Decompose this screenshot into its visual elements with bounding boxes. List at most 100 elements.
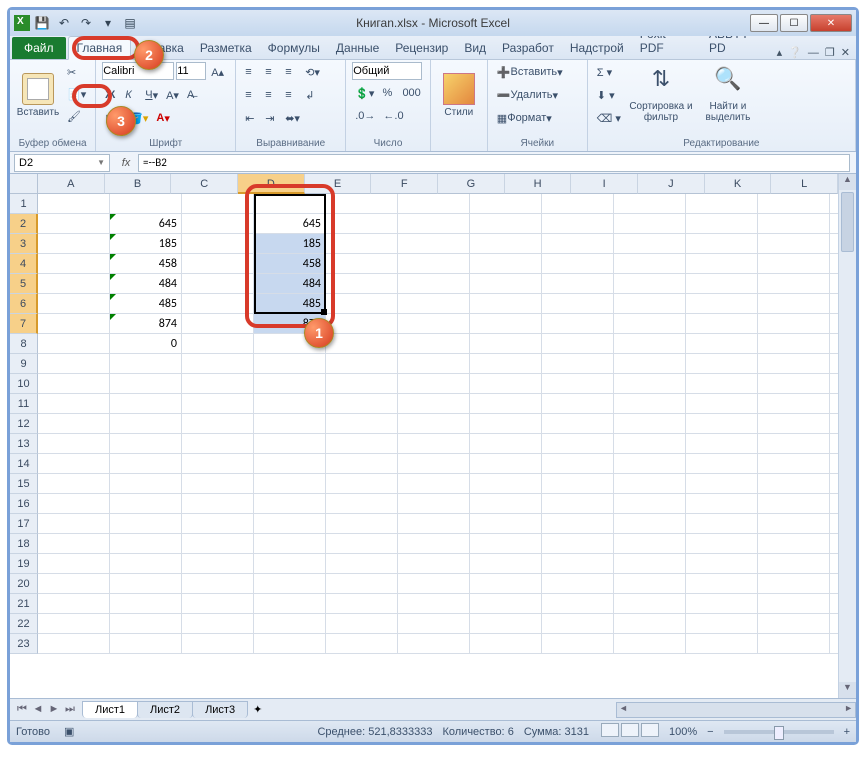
cell-E9[interactable] [326,354,398,374]
cell-A8[interactable] [38,334,110,354]
cell-K16[interactable] [758,494,830,514]
col-header-H[interactable]: H [505,174,572,194]
cell-C11[interactable] [182,394,254,414]
cell-E22[interactable] [326,614,398,634]
scroll-up-icon[interactable]: ▲ [839,174,856,190]
cell-I6[interactable] [614,294,686,314]
row-header-11[interactable]: 11 [10,394,38,414]
find-select-button[interactable]: 🔍 Найти и выделить [698,62,758,128]
wrap-text-button[interactable]: ↲ [302,85,320,105]
col-header-G[interactable]: G [438,174,505,194]
cell-K20[interactable] [758,574,830,594]
cell-B5[interactable]: 484 [110,274,182,294]
align-center-button[interactable]: ≡ [262,85,280,105]
cell-F19[interactable] [398,554,470,574]
row-header-6[interactable]: 6 [10,294,38,314]
cell-F6[interactable] [398,294,470,314]
cell-G12[interactable] [470,414,542,434]
cell-F12[interactable] [398,414,470,434]
cell-J7[interactable] [686,314,758,334]
cell-A1[interactable] [38,194,110,214]
cell-D12[interactable] [254,414,326,434]
cell-H14[interactable] [542,454,614,474]
cell-K18[interactable] [758,534,830,554]
cell-J10[interactable] [686,374,758,394]
cell-K5[interactable] [758,274,830,294]
cell-C9[interactable] [182,354,254,374]
cell-F13[interactable] [398,434,470,454]
cell-I14[interactable] [614,454,686,474]
percent-button[interactable]: % [379,83,397,103]
minimize-button[interactable]: — [750,14,778,32]
cell-B10[interactable] [110,374,182,394]
align-left-button[interactable]: ≡ [242,85,260,105]
cell-J13[interactable] [686,434,758,454]
tab-formulas[interactable]: Формулы [260,37,328,59]
cell-I9[interactable] [614,354,686,374]
cell-J19[interactable] [686,554,758,574]
cell-H6[interactable] [542,294,614,314]
col-header-C[interactable]: C [171,174,238,194]
cell-H7[interactable] [542,314,614,334]
cell-B22[interactable] [110,614,182,634]
cell-F15[interactable] [398,474,470,494]
italic-button[interactable]: К [122,85,140,105]
cell-J20[interactable] [686,574,758,594]
row-header-16[interactable]: 16 [10,494,38,514]
cell-I3[interactable] [614,234,686,254]
merge-button[interactable]: ⬌▾ [282,108,303,128]
col-header-J[interactable]: J [638,174,705,194]
cell-C18[interactable] [182,534,254,554]
cell-J22[interactable] [686,614,758,634]
cell-D13[interactable] [254,434,326,454]
tab-addins[interactable]: Надстрой [562,37,632,59]
cell-G3[interactable] [470,234,542,254]
mdi-restore-icon[interactable]: ❐ [825,46,835,59]
cell-A6[interactable] [38,294,110,314]
qat-custom-icon[interactable]: ▤ [120,13,140,33]
cell-J1[interactable] [686,194,758,214]
cell-G16[interactable] [470,494,542,514]
cell-E3[interactable] [326,234,398,254]
cell-E2[interactable] [326,214,398,234]
cell-E11[interactable] [326,394,398,414]
cell-I8[interactable] [614,334,686,354]
sheet-nav-prev-icon[interactable]: ◄ [30,703,46,716]
new-sheet-icon[interactable]: ✦ [247,703,268,716]
vertical-scrollbar[interactable]: ▲ ▼ [838,174,856,698]
cell-K17[interactable] [758,514,830,534]
cell-D2[interactable]: 645 [254,214,326,234]
cell-F23[interactable] [398,634,470,654]
format-cells-button[interactable]: ▦ Формат ▾ [494,108,566,128]
scroll-down-icon[interactable]: ▼ [839,682,856,698]
view-buttons[interactable] [599,723,659,740]
cell-H10[interactable] [542,374,614,394]
cell-C6[interactable] [182,294,254,314]
cell-F5[interactable] [398,274,470,294]
cell-G10[interactable] [470,374,542,394]
row-header-9[interactable]: 9 [10,354,38,374]
cell-G20[interactable] [470,574,542,594]
clear-button[interactable]: ⌫ ▾ [594,108,624,128]
cell-F4[interactable] [398,254,470,274]
cell-A18[interactable] [38,534,110,554]
cell-D18[interactable] [254,534,326,554]
cell-E6[interactable] [326,294,398,314]
cell-A12[interactable] [38,414,110,434]
cell-K21[interactable] [758,594,830,614]
cell-K15[interactable] [758,474,830,494]
sheet-nav-next-icon[interactable]: ► [46,703,62,716]
cell-G1[interactable] [470,194,542,214]
cell-I17[interactable] [614,514,686,534]
row-header-2[interactable]: 2 [10,214,38,234]
cell-A23[interactable] [38,634,110,654]
cell-A11[interactable] [38,394,110,414]
cell-D5[interactable]: 484 [254,274,326,294]
cell-A3[interactable] [38,234,110,254]
cell-C22[interactable] [182,614,254,634]
cell-H21[interactable] [542,594,614,614]
save-icon[interactable]: 💾 [32,13,52,33]
cell-G8[interactable] [470,334,542,354]
col-header-F[interactable]: F [371,174,438,194]
cell-H1[interactable] [542,194,614,214]
